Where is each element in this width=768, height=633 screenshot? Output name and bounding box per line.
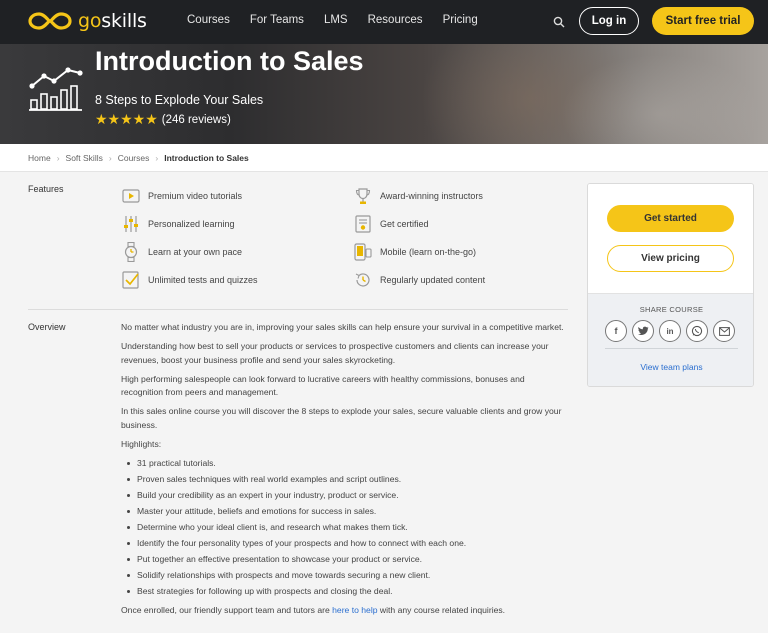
- rating-stars: ★★★★★: [95, 112, 158, 128]
- feature-item: Get certified: [353, 214, 429, 234]
- features-heading: Features: [28, 184, 64, 194]
- trophy-icon: [353, 186, 373, 206]
- share-course-label: SHARE COURSE: [639, 305, 704, 314]
- overview-paragraph: High performing salespeople can look for…: [121, 373, 525, 398]
- top-navbar: goskills Courses For Teams LMS Resources…: [0, 0, 768, 44]
- breadcrumb-soft-skills[interactable]: Soft Skills: [66, 153, 103, 163]
- list-item: Identify the four personality types of y…: [127, 537, 569, 551]
- search-icon[interactable]: [553, 15, 565, 33]
- course-title: Introduction to Sales: [95, 46, 364, 76]
- nav-resources[interactable]: Resources: [368, 14, 423, 26]
- view-pricing-button[interactable]: View pricing: [607, 245, 734, 272]
- feature-item: Premium video tutorials: [121, 186, 242, 206]
- feature-item: Unlimited tests and quizzes: [121, 270, 258, 290]
- feature-item: Personalized learning: [121, 214, 235, 234]
- infinity-logo-icon: [28, 12, 72, 30]
- card-actions: [588, 184, 753, 294]
- breadcrumb-home[interactable]: Home: [28, 153, 51, 163]
- video-icon: [121, 186, 141, 206]
- overview-text: No matter what industry you are in, impr…: [121, 321, 569, 623]
- list-item: Best strategies for following up with pr…: [127, 585, 569, 599]
- breadcrumb-courses[interactable]: Courses: [118, 153, 150, 163]
- login-button[interactable]: Log in: [579, 7, 639, 35]
- course-subtitle: 8 Steps to Explode Your Sales: [95, 93, 264, 107]
- feature-item: Mobile (learn on-the-go): [353, 242, 476, 262]
- whatsapp-icon[interactable]: [686, 320, 708, 342]
- highlights-list: 31 practical tutorials. Proven sales tec…: [127, 457, 569, 599]
- divider: [605, 348, 738, 349]
- here-to-help-link[interactable]: here to help: [332, 605, 377, 615]
- get-started-button[interactable]: Get started: [607, 205, 734, 232]
- overview-paragraph: In this sales online course you will dis…: [121, 406, 562, 430]
- breadcrumb: Home › Soft Skills › Courses › Introduct…: [0, 144, 768, 172]
- history-icon: [353, 270, 373, 290]
- list-item: Solidify relationships with prospects an…: [127, 569, 569, 583]
- list-item: Build your credibility as an expert in y…: [127, 489, 569, 503]
- enroll-card: Get started View pricing SHARE COURSE f …: [587, 183, 754, 387]
- chevron-right-icon: ›: [56, 152, 60, 163]
- review-count: (246 reviews): [161, 114, 231, 126]
- nav-for-teams[interactable]: For Teams: [250, 14, 304, 26]
- list-item: 31 practical tutorials.: [127, 457, 569, 471]
- nav-courses[interactable]: Courses: [187, 14, 230, 26]
- sales-chart-icon: [28, 66, 86, 117]
- support-note: Once enrolled, our friendly support team…: [121, 605, 506, 615]
- logo-wordmark: goskills: [78, 10, 147, 32]
- feature-item: Award-winning instructors: [353, 186, 483, 206]
- chevron-right-icon: ›: [108, 152, 112, 163]
- overview-heading: Overview: [28, 322, 66, 332]
- view-team-plans-link[interactable]: View team plans: [588, 362, 753, 372]
- course-rating[interactable]: ★★★★★ (246 reviews): [95, 112, 231, 128]
- overview-paragraph: No matter what industry you are in, impr…: [121, 322, 564, 332]
- list-item: Proven sales techniques with real world …: [127, 473, 569, 487]
- list-item: Master your attitude, beliefs and emotio…: [127, 505, 569, 519]
- email-icon[interactable]: [713, 320, 735, 342]
- start-free-trial-button[interactable]: Start free trial: [652, 7, 754, 35]
- share-buttons: f in: [605, 320, 740, 342]
- breadcrumb-current: Introduction to Sales: [164, 152, 249, 163]
- mobile-icon: [353, 242, 373, 262]
- watch-icon: [121, 242, 141, 262]
- section-divider: [28, 309, 568, 310]
- twitter-icon[interactable]: [632, 320, 654, 342]
- list-item: Determine who your ideal client is, and …: [127, 521, 569, 535]
- overview-paragraph: Understanding how best to sell your prod…: [121, 341, 549, 365]
- linkedin-icon[interactable]: in: [659, 320, 681, 342]
- nav-pricing[interactable]: Pricing: [443, 14, 478, 26]
- feature-item: Learn at your own pace: [121, 242, 242, 262]
- sliders-icon: [121, 214, 141, 234]
- certificate-icon: [353, 214, 373, 234]
- goskills-logo[interactable]: goskills: [28, 10, 147, 32]
- main-nav: Courses For Teams LMS Resources Pricing: [187, 14, 498, 26]
- checklist-icon: [121, 270, 141, 290]
- chevron-right-icon: ›: [155, 152, 159, 163]
- course-hero: Introduction to Sales 8 Steps to Explode…: [0, 44, 768, 144]
- feature-item: Regularly updated content: [353, 270, 485, 290]
- list-item: Put together an effective presentation t…: [127, 553, 569, 567]
- facebook-icon[interactable]: f: [605, 320, 627, 342]
- highlights-label: Highlights:: [121, 438, 162, 449]
- nav-lms[interactable]: LMS: [324, 14, 348, 26]
